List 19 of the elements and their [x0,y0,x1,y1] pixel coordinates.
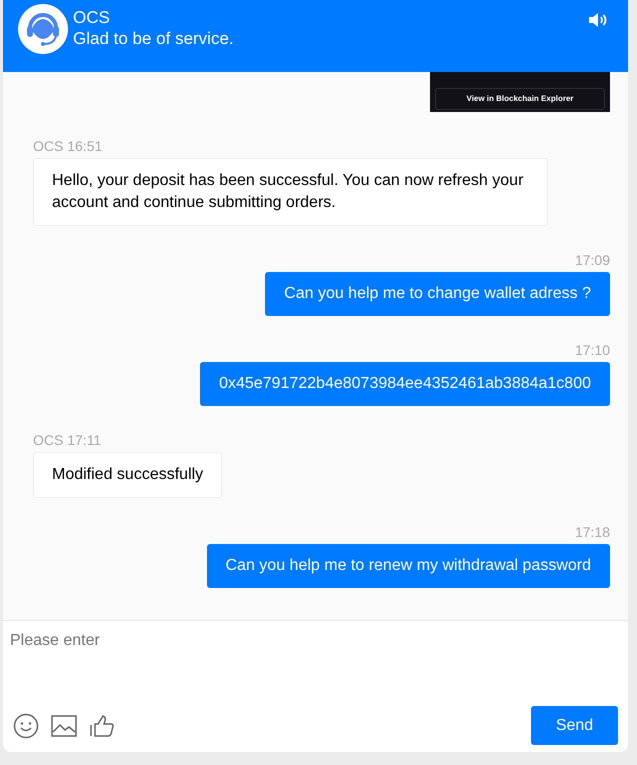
sent-message: Can you help me to renew my withdrawal password [206,544,610,588]
chat-subtitle: Glad to be of service. [73,28,235,50]
received-message: Modified successfully [33,452,222,498]
message-meta: 17:09 [574,252,610,268]
sent-message: 0x45e791722b4e8073984ee4352461ab3884a1c800 [200,362,610,406]
send-button[interactable]: Send [531,706,618,745]
message-input[interactable]: Please enter [3,621,628,706]
message-meta: OCS 16:51 [33,138,102,154]
support-agent-icon [18,4,68,54]
received-message: Hello, your deposit has been successful. You can now refresh your account and continue submitting orders. [33,158,548,226]
message-meta: OCS 17:11 [33,432,102,448]
emoji-icon[interactable] [13,712,39,738]
speaker-icon[interactable] [588,12,608,28]
sent-message: Can you help me to change wallet adress ? [265,272,610,316]
message-meta: 17:18 [574,524,610,540]
image-icon[interactable] [51,714,77,736]
thumbs-up-icon[interactable] [89,714,115,738]
chat-title: OCS [73,8,111,28]
message-meta: 17:10 [574,342,610,358]
